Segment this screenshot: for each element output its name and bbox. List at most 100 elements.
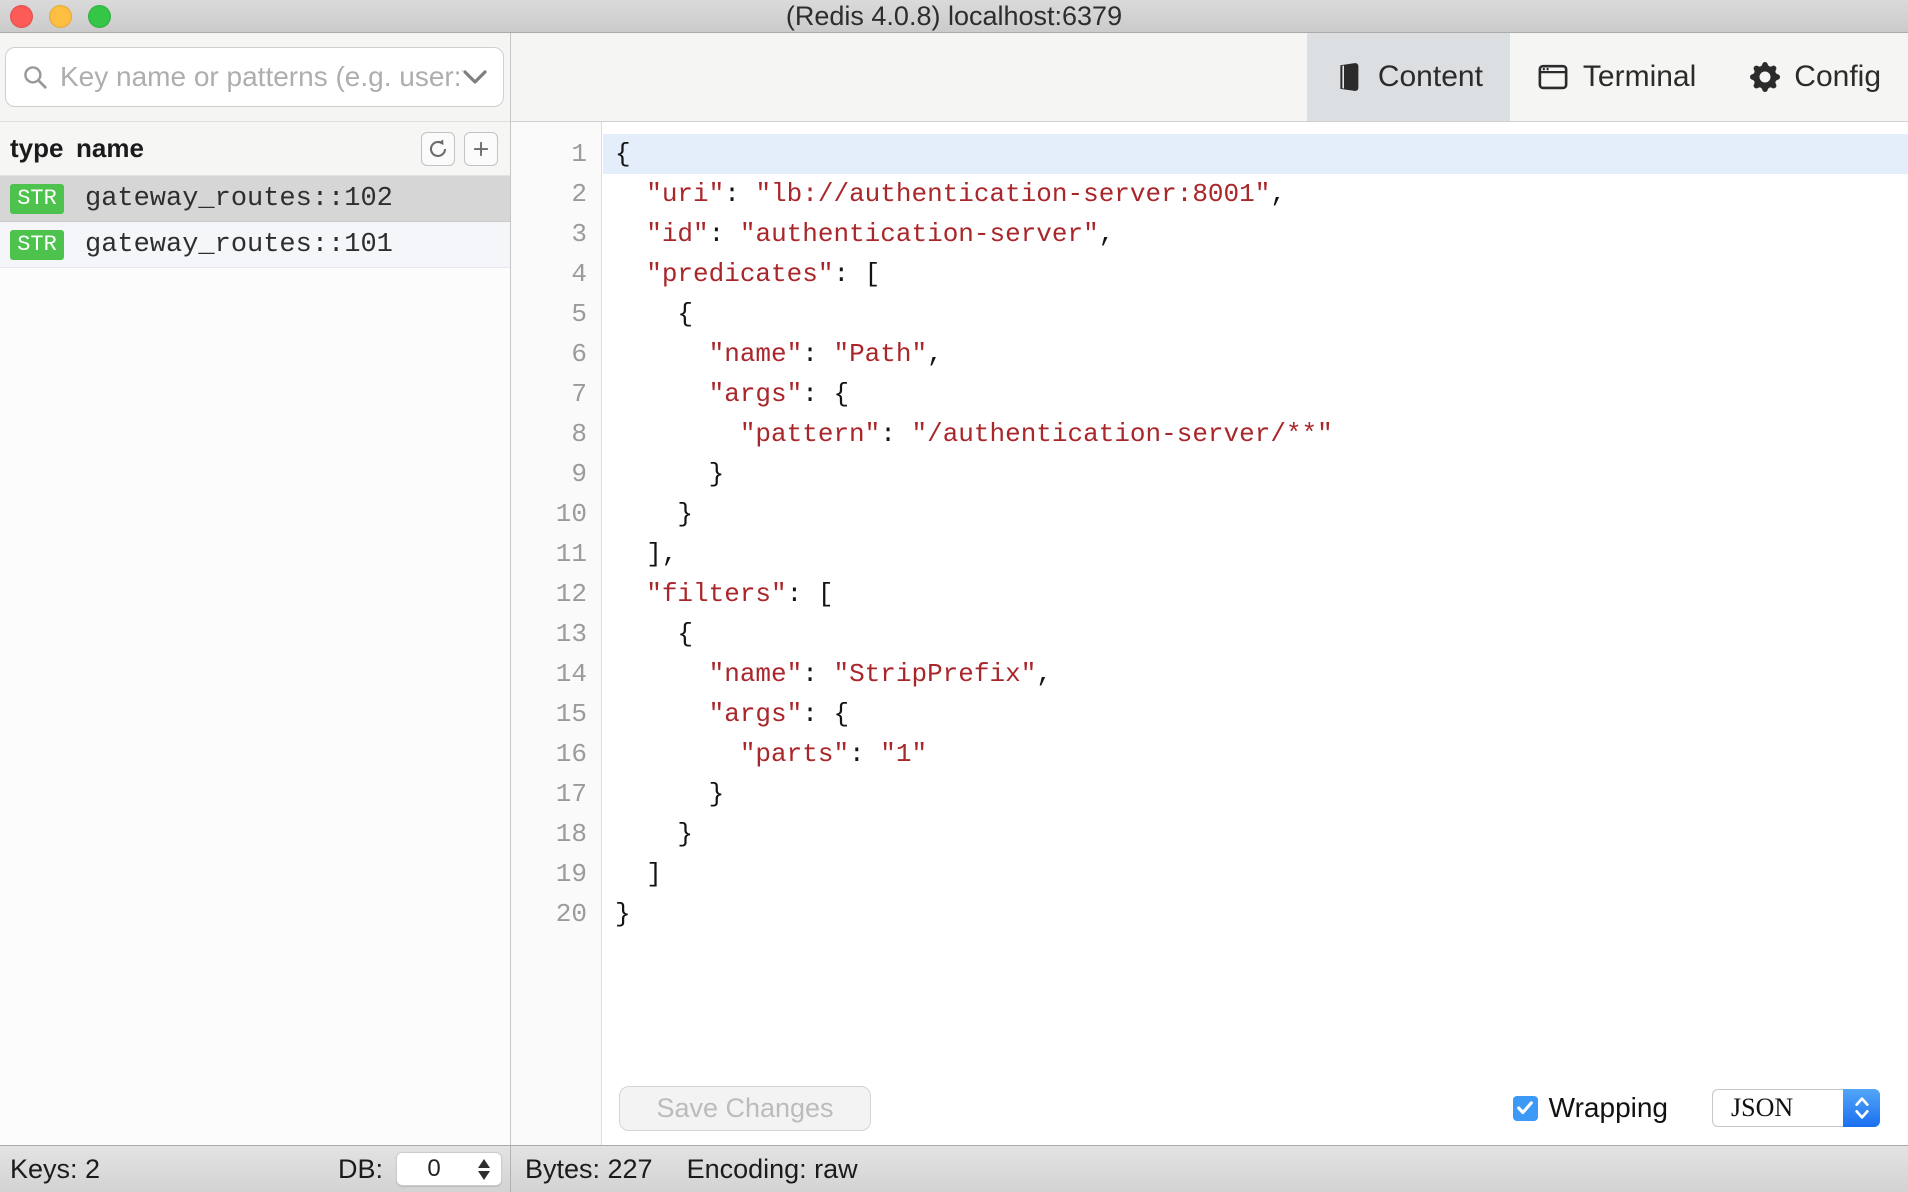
search-icon [22,64,48,90]
line-number: 15 [511,694,601,734]
key-type-badge: STR [10,230,64,260]
editor-view-controls: Wrapping JSON [1513,1089,1880,1127]
close-window-button[interactable] [10,5,33,28]
bytes-info: Bytes: 227 [525,1154,653,1185]
app-window: (Redis 4.0.8) localhost:6379 type name [0,0,1908,1192]
code-line[interactable]: "args": { [603,374,1908,414]
value-editor[interactable]: 1234567891011121314151617181920 { "uri":… [511,122,1908,1145]
line-number: 17 [511,774,601,814]
line-number: 16 [511,734,601,774]
zoom-window-button[interactable] [88,5,111,28]
save-changes-button[interactable]: Save Changes [619,1086,871,1131]
code-line[interactable]: } [603,774,1908,814]
tab-content[interactable]: Content [1307,33,1510,121]
code-line[interactable]: "uri": "lb://authentication-server:8001"… [603,174,1908,214]
code-line[interactable]: "name": "StripPrefix", [603,654,1908,694]
db-value: 0 [397,1155,471,1183]
editor-bottom-bar: Save Changes Wrapping JSON [603,1071,1908,1145]
line-number: 1 [511,134,601,174]
encoding-info: Encoding: raw [687,1154,858,1185]
search-input[interactable] [60,61,463,93]
line-number: 14 [511,654,601,694]
format-select[interactable]: JSON [1712,1089,1880,1127]
add-key-button[interactable] [464,132,498,166]
titlebar: (Redis 4.0.8) localhost:6379 [0,0,1908,33]
line-number: 10 [511,494,601,534]
db-stepper[interactable]: 0 [396,1152,502,1186]
column-header-type: type [10,133,76,164]
code-line[interactable]: "predicates": [ [603,254,1908,294]
line-number: 5 [511,294,601,334]
statusbar-left: Keys: 2 DB: 0 [0,1146,511,1192]
tab-label: Terminal [1583,60,1696,94]
code-line[interactable]: { [603,614,1908,654]
line-number: 9 [511,454,601,494]
refresh-icon [427,138,449,160]
gear-icon [1750,62,1780,92]
code-line[interactable]: { [603,134,1908,174]
code-line[interactable]: } [603,894,1908,934]
code-line[interactable]: "id": "authentication-server", [603,214,1908,254]
stepper-arrows-icon [471,1159,501,1180]
tabbar: Content Terminal Config [511,33,1908,122]
tab-config[interactable]: Config [1723,33,1908,121]
column-header-name: name [76,133,144,164]
chevron-down-icon[interactable] [463,70,487,84]
line-number: 13 [511,614,601,654]
line-number: 6 [511,334,601,374]
main-area: type name STRgateway_routes::102STRgatew… [0,33,1908,1145]
code-line[interactable]: "name": "Path", [603,334,1908,374]
line-number: 18 [511,814,601,854]
db-label: DB: [338,1154,383,1185]
line-number: 2 [511,174,601,214]
line-number: 11 [511,534,601,574]
key-row[interactable]: STR gateway_routes::102 [0,176,510,222]
code-line[interactable]: "args": { [603,694,1908,734]
select-arrows-icon [1843,1089,1880,1127]
tab-terminal[interactable]: Terminal [1510,33,1723,121]
key-name: gateway_routes::102 [85,184,393,214]
code-line[interactable]: ] [603,854,1908,894]
key-row[interactable]: STR gateway_routes::101 [0,222,510,268]
line-number: 4 [511,254,601,294]
line-number: 19 [511,854,601,894]
key-name: gateway_routes::101 [85,230,393,260]
book-icon [1334,61,1364,93]
key-list: STRgateway_routes::102STRgateway_routes:… [0,176,510,1145]
terminal-icon [1537,62,1569,92]
code-line[interactable]: "filters": [ [603,574,1908,614]
tab-label: Config [1794,60,1881,94]
plus-icon [471,139,491,159]
code-line[interactable]: "parts": "1" [603,734,1908,774]
key-search-box [5,47,504,107]
wrapping-label: Wrapping [1549,1092,1668,1124]
db-selector: DB: 0 [338,1152,502,1186]
code-line[interactable]: } [603,454,1908,494]
search-band [0,33,510,122]
line-number: 20 [511,894,601,934]
code-line[interactable]: { [603,294,1908,334]
sidebar: type name STRgateway_routes::102STRgatew… [0,33,511,1145]
code-area[interactable]: { "uri": "lb://authentication-server:800… [603,122,1908,1145]
refresh-keys-button[interactable] [421,132,455,166]
line-number: 3 [511,214,601,254]
line-number-gutter: 1234567891011121314151617181920 [511,122,602,1145]
minimize-window-button[interactable] [49,5,72,28]
window-title: (Redis 4.0.8) localhost:6379 [0,0,1908,33]
key-list-header: type name [0,122,510,176]
line-number: 7 [511,374,601,414]
code-line[interactable]: "pattern": "/authentication-server/**" [603,414,1908,454]
window-controls [10,5,111,28]
key-type-badge: STR [10,184,64,214]
code-line[interactable]: } [603,814,1908,854]
keys-count: Keys: 2 [10,1154,100,1185]
wrapping-toggle[interactable]: Wrapping [1513,1092,1668,1124]
content-panel: ContentTerminalConfig 123456789101112131… [511,33,1908,1145]
statusbar-right: Bytes: 227 Encoding: raw [511,1146,1908,1192]
code-line[interactable]: ], [603,534,1908,574]
tab-label: Content [1378,60,1483,94]
statusbar: Keys: 2 DB: 0 Bytes: 227 Encoding: raw [0,1145,1908,1192]
checkbox-icon [1513,1096,1538,1121]
code-line[interactable]: } [603,494,1908,534]
line-number: 8 [511,414,601,454]
